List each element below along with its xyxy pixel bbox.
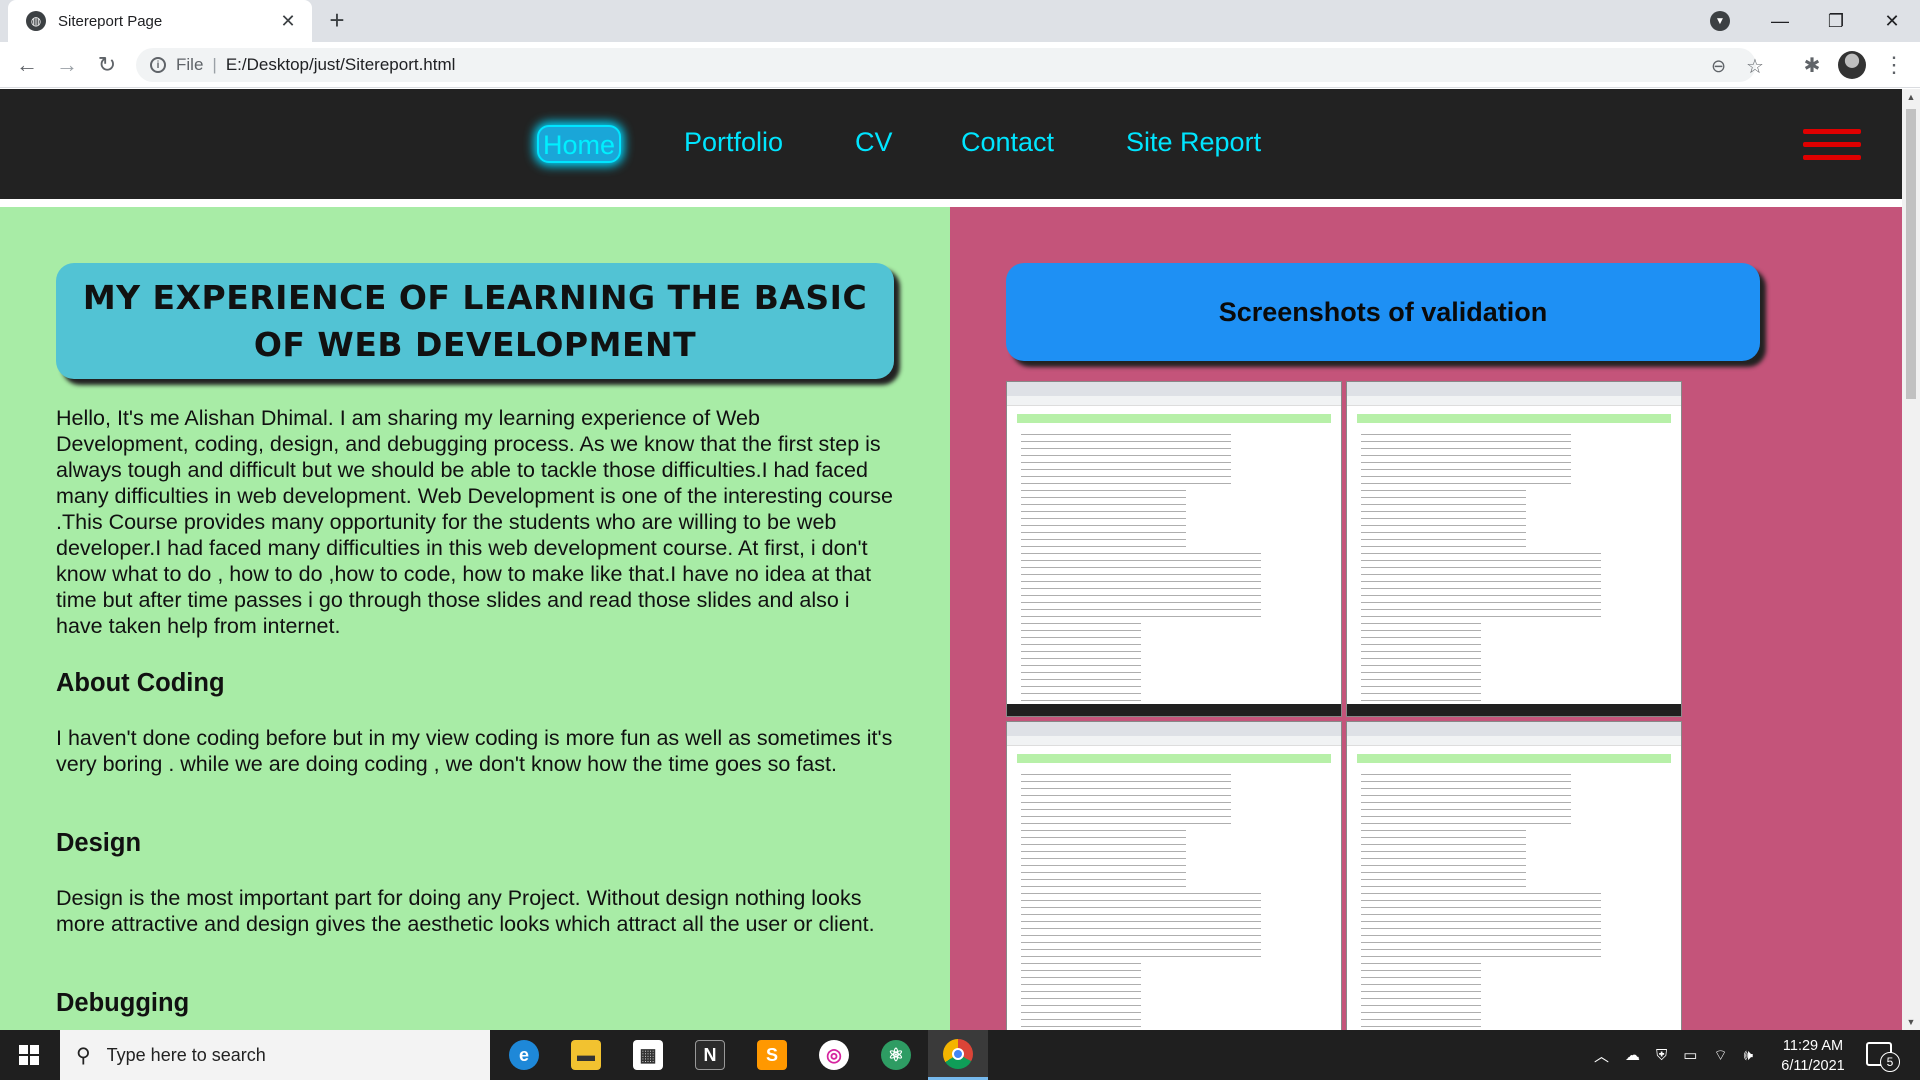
page-viewport: Home Portfolio CV Contact Site Report MY…	[0, 89, 1902, 1030]
restore-icon[interactable]: ❐	[1808, 0, 1864, 42]
scroll-thumb[interactable]	[1906, 109, 1916, 399]
browser-toolbar: ← → ↻ i File | E:/Desktop/just/Siterepor…	[0, 42, 1920, 88]
about-coding-heading: About Coding	[56, 669, 225, 697]
scroll-down-icon[interactable]: ▼	[1902, 1014, 1920, 1030]
atom-icon[interactable]: ⚛	[866, 1030, 926, 1080]
profile-avatar[interactable]	[1838, 51, 1866, 79]
info-icon[interactable]: i	[150, 57, 166, 73]
debugging-heading: Debugging	[56, 989, 190, 1017]
arrow-left-icon[interactable]: ←	[12, 50, 42, 80]
scroll-up-icon[interactable]: ▲	[1902, 89, 1920, 105]
chevron-up-icon[interactable]: ︿	[1594, 1045, 1609, 1066]
validation-screenshot[interactable]	[1346, 381, 1682, 717]
nav-contact-link[interactable]: Contact	[961, 127, 1054, 158]
design-heading: Design	[56, 829, 142, 857]
validation-heading: Screenshots of validation	[1006, 263, 1760, 361]
windows-taskbar: ⚲ Type here to search e ▬ ▦ N S ◎ ⚛ ︿ ☁ …	[0, 1030, 1920, 1080]
clock-time: 11:29 AM	[1782, 1038, 1844, 1054]
notion-icon[interactable]: N	[680, 1030, 740, 1080]
file-label: File	[176, 55, 204, 74]
design-text: Design is the most important part for do…	[56, 886, 875, 936]
edge-icon[interactable]: e	[494, 1030, 554, 1080]
taskbar-clock[interactable]: 11:29 AM 6/11/2021	[1768, 1036, 1858, 1076]
close-icon[interactable]: ✕	[278, 11, 298, 32]
sublime-icon[interactable]: S	[742, 1030, 802, 1080]
arrow-right-icon[interactable]: →	[52, 50, 82, 80]
reload-icon[interactable]: ↻	[92, 50, 122, 80]
tab-title: Sitereport Page	[58, 12, 163, 30]
clock-date: 6/11/2021	[1781, 1058, 1845, 1074]
validation-screenshot[interactable]	[1346, 721, 1682, 1030]
file-explorer-icon[interactable]: ▬	[556, 1030, 616, 1080]
validation-screenshot[interactable]	[1006, 381, 1342, 717]
kebab-menu-icon[interactable]: ⋮	[1879, 50, 1909, 80]
search-icon: ⚲	[76, 1044, 91, 1067]
nav-site-report-link[interactable]: Site Report	[1126, 127, 1261, 158]
zoom-out-icon[interactable]: ⊖	[1711, 56, 1726, 77]
wifi-icon[interactable]: ⌔	[1713, 1046, 1727, 1065]
puzzle-icon[interactable]: ✱	[1797, 50, 1827, 80]
notification-count: 5	[1880, 1052, 1900, 1072]
new-tab-button[interactable]: +	[323, 7, 351, 35]
intro-paragraph: Hello, It's me Alishan Dhimal. I am shar…	[56, 406, 893, 638]
minimize-icon[interactable]: —	[1752, 0, 1808, 42]
browser-tab[interactable]: ◍ Sitereport Page ✕	[8, 0, 312, 42]
window-controls: — ❐ ✕	[1752, 0, 1920, 42]
validation-section: Screenshots of validation	[950, 207, 1902, 1030]
windows-start-icon[interactable]	[0, 1030, 58, 1080]
taskbar-search[interactable]: ⚲ Type here to search	[60, 1030, 490, 1080]
separator: |	[212, 55, 217, 74]
instagram-icon[interactable]: ◎	[804, 1030, 864, 1080]
experience-heading: MY EXPERIENCE OF LEARNING THE BASIC OF W…	[56, 263, 894, 379]
tab-search-icon[interactable]: ▼	[1710, 11, 1730, 31]
about-coding-text: I haven't done coding before but in my v…	[56, 726, 893, 776]
system-tray: ︿ ☁ ⛨ ▭ ⌔ 🕪	[1594, 1030, 1753, 1080]
battery-icon[interactable]: ▭	[1683, 1046, 1697, 1064]
hamburger-menu-icon[interactable]	[1803, 129, 1861, 168]
experience-section: MY EXPERIENCE OF LEARNING THE BASIC OF W…	[0, 207, 950, 1030]
nav-home-link[interactable]: Home	[537, 125, 622, 163]
chrome-icon[interactable]	[928, 1030, 988, 1080]
nav-portfolio-link[interactable]: Portfolio	[684, 127, 783, 158]
validation-screenshot[interactable]	[1006, 721, 1342, 1030]
security-icon[interactable]: ⛨	[1656, 1047, 1667, 1064]
globe-icon: ◍	[26, 11, 46, 31]
site-navbar: Home Portfolio CV Contact Site Report	[0, 89, 1902, 199]
cloud-icon[interactable]: ☁	[1625, 1046, 1640, 1064]
star-icon[interactable]: ☆	[1746, 54, 1764, 79]
page-scrollbar[interactable]: ▲ ▼	[1902, 89, 1920, 1030]
window-close-icon[interactable]: ✕	[1864, 0, 1920, 42]
address-bar[interactable]: i File | E:/Desktop/just/Sitereport.html…	[136, 48, 1764, 82]
browser-tab-bar: ◍ Sitereport Page ✕ + ▼ — ❐ ✕	[0, 0, 1920, 42]
search-placeholder: Type here to search	[106, 1044, 266, 1065]
nav-cv-link[interactable]: CV	[855, 127, 893, 158]
url-text[interactable]: E:/Desktop/just/Sitereport.html	[226, 55, 456, 75]
store-icon[interactable]: ▦	[618, 1030, 678, 1080]
volume-icon[interactable]: 🕪	[1744, 1047, 1753, 1064]
